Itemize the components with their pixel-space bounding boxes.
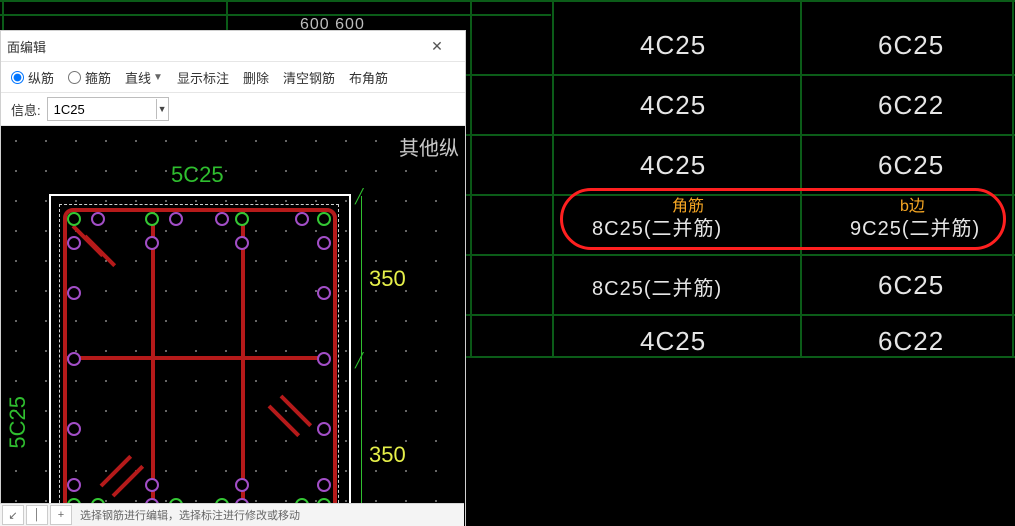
dim-tick: ╱ [355, 188, 363, 205]
footer-button[interactable]: + [50, 505, 72, 525]
rebar-combo[interactable]: ▼ [47, 97, 169, 121]
rebar[interactable] [317, 478, 331, 492]
rebar-combo-input[interactable] [48, 99, 156, 119]
section-canvas[interactable]: 其他纵 5C25 5C25 350 350 ╱ ╱ ╱ [1, 126, 465, 526]
corner-button[interactable]: 布角筋 [349, 68, 388, 87]
gridline [464, 134, 1015, 136]
cell-left: 8C25(二并筋) [592, 212, 722, 241]
gridline [0, 14, 551, 16]
gridline [800, 0, 802, 356]
cell-right: 6C22 [878, 326, 944, 357]
gridline [0, 0, 1015, 2]
radio-longitudinal-input[interactable] [11, 71, 24, 84]
cell-right: 6C25 [878, 30, 944, 61]
line-type-dropdown[interactable]: 直线 ▼ [125, 68, 163, 87]
info-label: 信息: [11, 100, 41, 119]
show-dim-button[interactable]: 显示标注 [177, 68, 229, 87]
gridline [464, 314, 1015, 316]
radio-stirrup[interactable]: 箍筋 [68, 68, 111, 87]
gridline [464, 194, 1015, 196]
cell-left: 8C25(二并筋) [592, 272, 722, 301]
panel-title: 面编辑 [7, 37, 415, 56]
chevron-down-icon[interactable]: ▼ [156, 99, 168, 119]
dim-r2: 350 [369, 442, 406, 468]
gridline [464, 254, 1015, 256]
gridline [464, 74, 1015, 76]
dim-r1: 350 [369, 266, 406, 292]
rebar[interactable] [145, 236, 159, 250]
gridline [552, 0, 554, 356]
info-row: 信息: ▼ [1, 93, 465, 126]
chevron-down-icon: ▼ [153, 72, 163, 83]
stirrup-cross-v1[interactable] [151, 212, 155, 508]
cell-left: 4C25 [640, 30, 706, 61]
close-icon: ✕ [431, 38, 443, 55]
rebar[interactable] [215, 212, 229, 226]
status-hint: 选择钢筋进行编辑，选择标注进行修改或移动 [80, 507, 300, 523]
cell-left: 4C25 [640, 150, 706, 181]
rebar[interactable] [67, 212, 81, 226]
dim-top: 5C25 [171, 162, 224, 188]
cell-left: 4C25 [640, 90, 706, 121]
section-edit-panel: 面编辑 ✕ 纵筋 箍筋 直线 ▼ 显示标注 删除 清空钢筋 布角筋 信息: ▼ [0, 30, 466, 526]
footer-button[interactable]: ↙ [2, 505, 24, 525]
gridline [470, 0, 472, 356]
rebar[interactable] [317, 352, 331, 366]
gridline [1012, 0, 1014, 356]
cell-left: 4C25 [640, 326, 706, 357]
rebar[interactable] [145, 212, 159, 226]
rebar[interactable] [235, 212, 249, 226]
rebar[interactable] [295, 212, 309, 226]
rebar[interactable] [67, 236, 81, 250]
radio-longitudinal[interactable]: 纵筋 [11, 68, 54, 87]
cell-right: 6C25 [878, 270, 944, 301]
dim-left: 5C25 [5, 396, 31, 449]
radio-stirrup-label: 箍筋 [85, 68, 111, 87]
stirrup-cross-h[interactable] [67, 356, 329, 360]
radio-longitudinal-label: 纵筋 [28, 68, 54, 87]
rebar[interactable] [91, 212, 105, 226]
rebar[interactable] [145, 478, 159, 492]
titlebar[interactable]: 面编辑 ✕ [1, 31, 465, 62]
note-corner: 角筋 [672, 192, 704, 216]
note-bside: b边 [900, 192, 925, 216]
dim-tick: ╱ [355, 352, 363, 369]
delete-button[interactable]: 删除 [243, 68, 269, 87]
cell-right: 6C25 [878, 150, 944, 181]
rebar[interactable] [67, 352, 81, 366]
close-button[interactable]: ✕ [415, 34, 459, 58]
rebar[interactable] [67, 286, 81, 300]
rebar[interactable] [235, 478, 249, 492]
rebar[interactable] [317, 422, 331, 436]
radio-stirrup-input[interactable] [68, 71, 81, 84]
stirrup-cross-v2[interactable] [241, 212, 245, 508]
rebar[interactable] [317, 286, 331, 300]
other-rebar-label: 其他纵 [399, 132, 459, 161]
rebar[interactable] [235, 236, 249, 250]
line-type-label: 直线 [125, 68, 151, 87]
clear-button[interactable]: 清空钢筋 [283, 68, 335, 87]
cell-right: 6C22 [878, 90, 944, 121]
rebar[interactable] [317, 236, 331, 250]
rebar[interactable] [169, 212, 183, 226]
rebar[interactable] [317, 212, 331, 226]
cell-right: 9C25(二并筋) [850, 212, 980, 241]
status-bar: ↙ │ + 选择钢筋进行编辑，选择标注进行修改或移动 [0, 503, 464, 526]
footer-button[interactable]: │ [26, 505, 48, 525]
rebar[interactable] [67, 478, 81, 492]
rebar[interactable] [67, 422, 81, 436]
toolbar: 纵筋 箍筋 直线 ▼ 显示标注 删除 清空钢筋 布角筋 [1, 62, 465, 93]
